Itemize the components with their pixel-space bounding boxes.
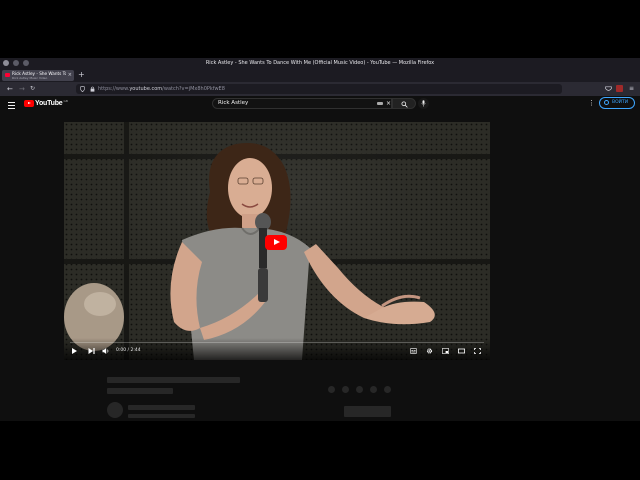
extension-badge-icon[interactable] bbox=[616, 85, 623, 92]
channel-avatar-placeholder bbox=[107, 402, 123, 418]
window-title: Rick Astley - She Wants To Dance With Me… bbox=[205, 60, 435, 66]
subscribe-placeholder bbox=[344, 406, 391, 417]
lock-icon bbox=[90, 86, 95, 92]
desktop-screen: Rick Astley - She Wants To Dance With Me… bbox=[0, 0, 640, 480]
theater-mode-icon[interactable] bbox=[458, 348, 465, 354]
settings-gear-icon[interactable] bbox=[426, 348, 433, 354]
progress-bar[interactable] bbox=[70, 342, 484, 343]
player-controls: 0:00 / 2:44 bbox=[64, 338, 490, 360]
youtube-region-code: GB bbox=[63, 99, 68, 103]
subtitles-icon[interactable] bbox=[410, 348, 417, 354]
account-icon bbox=[604, 100, 609, 105]
action-placeholder-2 bbox=[342, 386, 349, 393]
tab-close-icon[interactable]: × bbox=[68, 72, 72, 78]
url-prefix: https://www. bbox=[98, 86, 130, 92]
tracking-shield-icon bbox=[80, 86, 85, 92]
microphone-icon bbox=[421, 100, 426, 107]
action-placeholder-3 bbox=[356, 386, 363, 393]
url-text: https://www.youtube.com/watch?v=jMx8h0Pk… bbox=[98, 86, 225, 92]
clear-search-icon[interactable]: × bbox=[386, 99, 391, 108]
next-video-icon[interactable] bbox=[88, 347, 95, 355]
reload-icon[interactable]: ↻ bbox=[30, 85, 35, 93]
hamburger-menu-icon[interactable] bbox=[8, 102, 15, 109]
youtube-logo[interactable]: YouTube GB bbox=[24, 99, 68, 107]
youtube-logo-text: YouTube bbox=[35, 100, 63, 107]
youtube-page: YouTube GB Rick Astley × ⋮ ВОЙТИ 0:00 / … bbox=[0, 96, 640, 421]
navigation-bar: ← → ↻ https://www.youtube.com/watch?v=jM… bbox=[0, 82, 640, 96]
action-placeholder-1 bbox=[328, 386, 335, 393]
action-placeholder-5 bbox=[384, 386, 391, 393]
more-options-icon[interactable]: ⋮ bbox=[588, 98, 595, 108]
fullscreen-icon[interactable] bbox=[474, 348, 481, 354]
back-arrow-icon[interactable]: ← bbox=[7, 85, 13, 93]
search-box[interactable]: Rick Astley × bbox=[212, 98, 392, 109]
search-input[interactable]: Rick Astley bbox=[218, 100, 248, 106]
subtitle-placeholder bbox=[107, 388, 173, 394]
firefox-window: Rick Astley - She Wants To Dance With Me… bbox=[0, 58, 640, 421]
time-display: 0:00 / 2:44 bbox=[116, 348, 141, 353]
app-menu-icon[interactable]: ≡ bbox=[629, 85, 634, 93]
video-player[interactable]: 0:00 / 2:44 bbox=[64, 122, 490, 360]
action-placeholder-4 bbox=[370, 386, 377, 393]
new-tab-icon[interactable]: + bbox=[78, 71, 85, 79]
search-button[interactable] bbox=[392, 98, 416, 109]
pocket-icon[interactable] bbox=[605, 86, 612, 92]
url-host: youtube.com bbox=[129, 86, 163, 92]
volume-icon[interactable] bbox=[102, 347, 110, 355]
keyboard-icon[interactable] bbox=[377, 102, 383, 105]
forward-arrow-icon[interactable]: → bbox=[19, 85, 25, 93]
title-placeholder bbox=[107, 377, 240, 383]
voice-search-button[interactable] bbox=[418, 98, 429, 109]
sign-in-label: ВОЙТИ bbox=[612, 100, 629, 105]
tab-youtube[interactable]: Rick Astley - She Wants To Dance... Rick… bbox=[2, 70, 74, 81]
miniplayer-icon[interactable] bbox=[442, 348, 449, 354]
tab-strip: Rick Astley - She Wants To Dance... Rick… bbox=[0, 69, 640, 82]
play-icon[interactable] bbox=[72, 348, 77, 354]
channel-subs-placeholder bbox=[128, 414, 195, 418]
title-bar: Rick Astley - She Wants To Dance With Me… bbox=[0, 58, 640, 69]
youtube-favicon-icon bbox=[5, 73, 10, 77]
url-bar[interactable]: https://www.youtube.com/watch?v=jMx8h0Pk… bbox=[76, 84, 562, 94]
large-play-button[interactable] bbox=[265, 235, 287, 250]
search-icon bbox=[401, 101, 408, 108]
youtube-play-logo-icon bbox=[24, 100, 34, 107]
url-path: /watch?v=jMx8h0PkfwE8 bbox=[162, 86, 225, 92]
channel-name-placeholder bbox=[128, 405, 195, 410]
tab-subtitle: Rick Astley Music Video bbox=[12, 76, 48, 80]
sign-in-button[interactable]: ВОЙТИ bbox=[599, 97, 635, 109]
